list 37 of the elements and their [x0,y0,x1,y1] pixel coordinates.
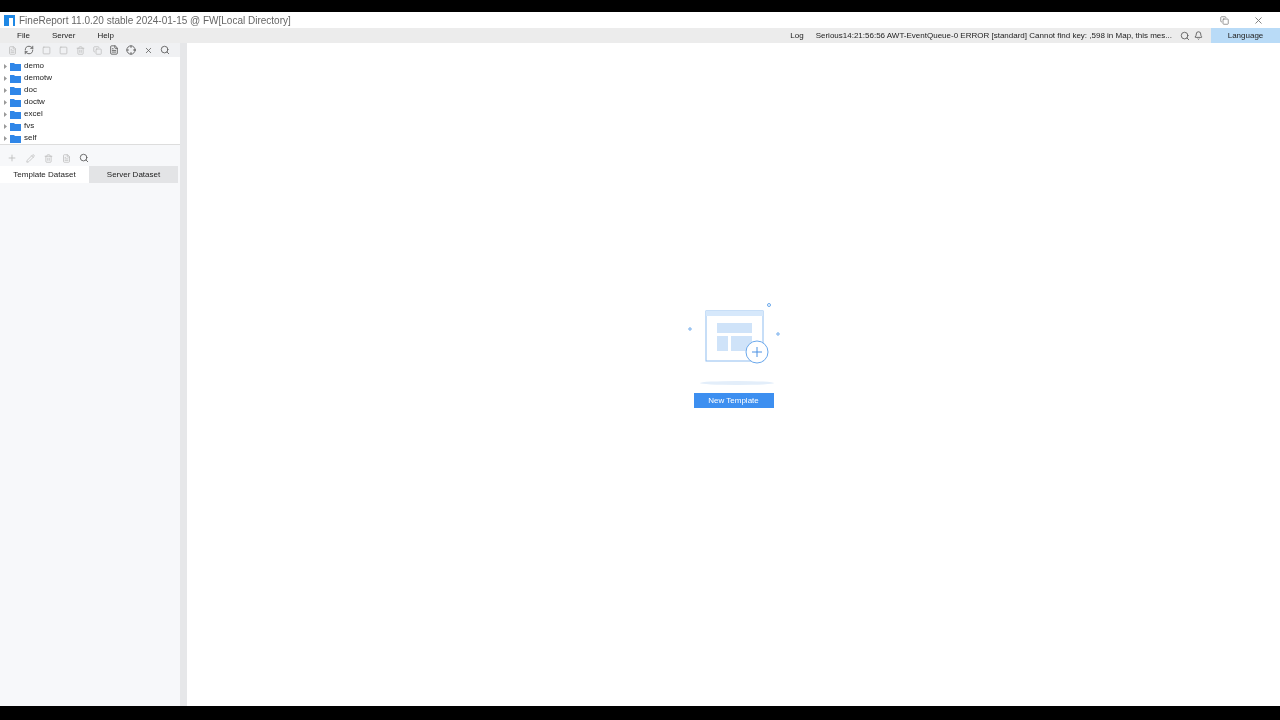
delete-icon[interactable] [43,153,53,163]
notification-icon[interactable] [1194,31,1203,40]
folder-icon [10,133,21,143]
locate-icon[interactable] [126,45,136,55]
log-label: Log [790,29,804,42]
dataset-tab[interactable]: Server Dataset [89,166,178,183]
preview-icon[interactable] [61,153,71,163]
search-icon[interactable] [79,153,89,163]
tree-item[interactable]: doctw [24,96,45,108]
search-icon[interactable] [1180,30,1190,41]
folder-icon [10,73,21,83]
collapse-icon[interactable] [143,45,153,55]
tree-item[interactable]: excel [24,108,43,120]
folder-icon [10,97,21,107]
menu-item[interactable]: File [17,29,30,42]
delete-icon[interactable] [75,45,85,55]
language-button[interactable]: Language [1211,28,1280,43]
log-message: Serious14:21:56:56 AWT-EventQueue-0 ERROR [standard] Cannot find key: ,598 in Map, this mes... [815,29,1172,42]
refresh-icon[interactable] [24,45,34,55]
add-icon[interactable] [7,153,17,163]
folder-icon [10,61,21,71]
folder-icon [10,109,21,119]
close-icon[interactable] [1253,14,1264,26]
folder-icon [10,85,21,95]
document-icon[interactable] [109,45,119,55]
tree-item[interactable]: demotw [24,72,52,84]
search-icon[interactable] [160,45,170,55]
tree-item[interactable]: demo [24,60,44,72]
window-title: FineReport 11.0.20 stable 2024-01-15 @ FW[Local Directory] [19,13,291,28]
tree-item[interactable]: doc [24,84,37,96]
menu-item[interactable]: Help [97,29,114,42]
menu-item[interactable]: Server [51,29,76,42]
tree-item[interactable]: self [24,132,37,144]
folder-icon [10,121,21,131]
restore-icon[interactable] [1220,15,1229,25]
tree-item[interactable]: fvs [24,120,35,132]
dataset-tab[interactable]: Template Dataset [0,166,89,183]
